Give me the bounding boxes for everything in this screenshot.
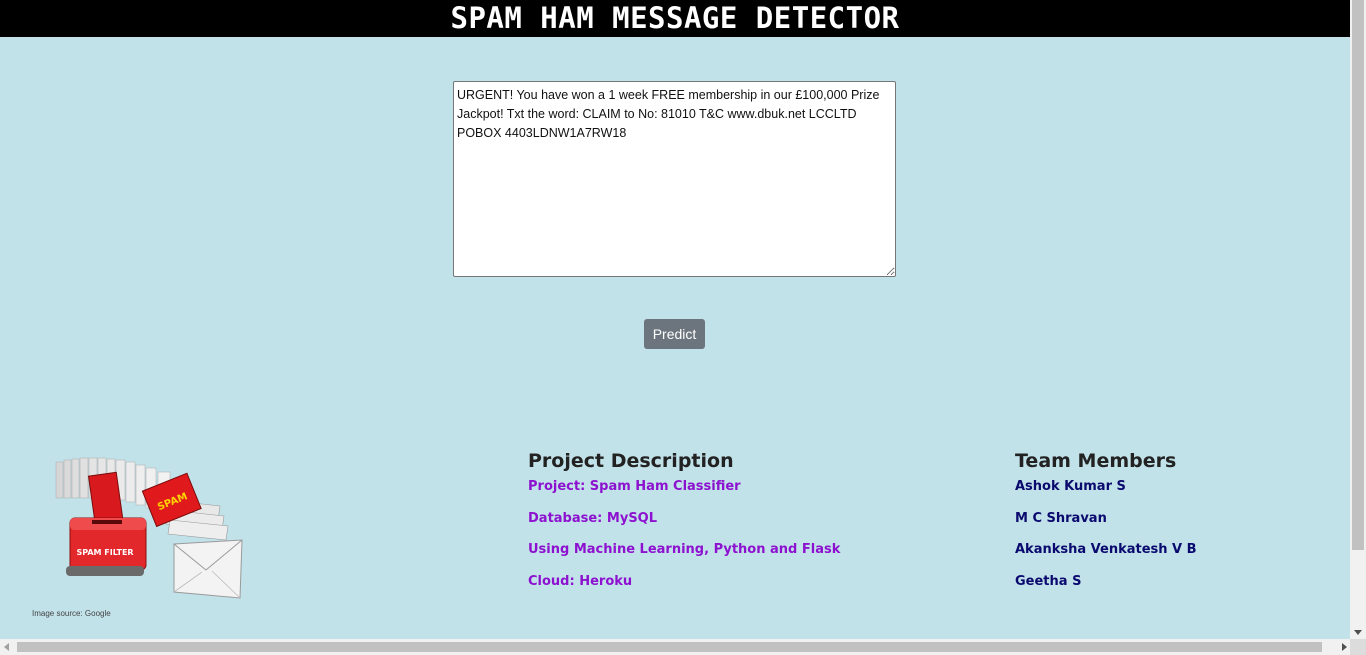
spam-filter-label: SPAM FILTER xyxy=(76,548,133,557)
project-item: Project: Spam Ham Classifier xyxy=(528,479,741,494)
tech-stack-item: Using Machine Learning, Python and Flask xyxy=(528,542,841,558)
horizontal-scrollbar[interactable] xyxy=(0,639,1366,655)
project-description-heading: Project Description xyxy=(528,450,734,472)
scrollbar-corner xyxy=(1350,639,1366,655)
spam-filter-box-icon: SPAM FILTER xyxy=(66,517,147,576)
horizontal-scrollbar-thumb[interactable] xyxy=(17,642,1322,652)
spam-slip-icon xyxy=(87,471,124,523)
predict-button[interactable]: Predict xyxy=(644,319,705,349)
page-title: SPAM HAM MESSAGE DETECTOR xyxy=(450,0,900,35)
team-member: Geetha S xyxy=(1015,574,1082,590)
scroll-left-arrow-icon[interactable] xyxy=(4,643,9,651)
team-members-heading: Team Members xyxy=(1015,450,1177,472)
envelope-icon xyxy=(173,539,243,599)
spam-filter-illustration: SPAM SPAM FILTER xyxy=(55,457,243,599)
team-member: Akanksha Venkatesh V B xyxy=(1015,542,1197,558)
vertical-scrollbar-thumb[interactable] xyxy=(1352,0,1364,550)
scroll-down-arrow-icon[interactable] xyxy=(1354,630,1362,635)
image-source-caption: Image source: Google xyxy=(32,609,111,618)
project-description-section: Project Description Project: Spam Ham Cl… xyxy=(528,448,840,603)
scroll-right-arrow-icon[interactable] xyxy=(1342,643,1347,651)
team-member: M C Shravan xyxy=(1015,510,1107,526)
cloud-item: Cloud: Heroku xyxy=(528,574,633,590)
header-bar: SPAM HAM MESSAGE DETECTOR xyxy=(0,0,1350,37)
team-member: Ashok Kumar S xyxy=(1015,479,1126,494)
vertical-scrollbar[interactable] xyxy=(1350,0,1366,639)
team-members-section: Team Members Ashok Kumar S M C Shravan A… xyxy=(1015,448,1197,603)
database-item: Database: MySQL xyxy=(528,510,658,526)
message-input[interactable]: URGENT! You have won a 1 week FREE membe… xyxy=(453,81,896,277)
page: SPAM HAM MESSAGE DETECTOR URGENT! You ha… xyxy=(0,0,1350,639)
